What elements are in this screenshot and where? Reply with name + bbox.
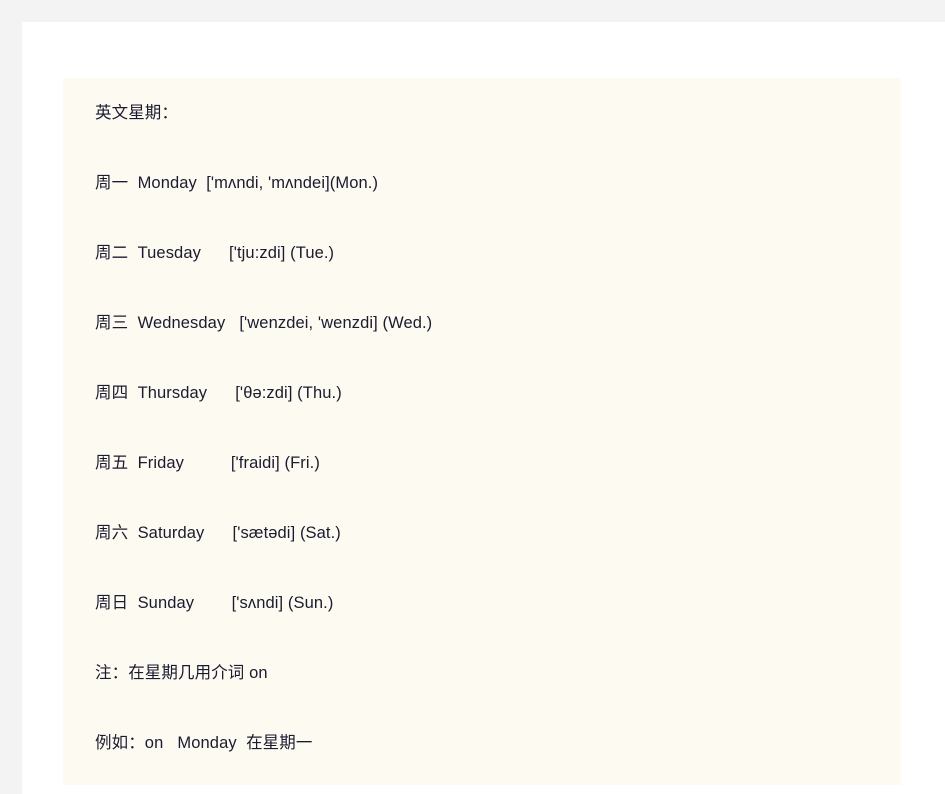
- content-block: 英文星期： 周一 Monday ['mʌndi, 'mʌndei](Mon.) …: [63, 78, 901, 785]
- note-line: 注：在星期几用介词 on: [95, 663, 268, 682]
- weekday-line-wednesday: 周三 Wednesday ['wenzdei, 'wenzdi] (Wed.): [95, 313, 433, 332]
- example-line: 例如：on Monday 在星期一: [95, 733, 313, 752]
- weekday-line-friday: 周五 Friday ['fraidi] (Fri.): [95, 453, 320, 472]
- document-text-body: 英文星期： 周一 Monday ['mʌndi, 'mʌndei](Mon.) …: [95, 78, 901, 778]
- weekday-line-monday: 周一 Monday ['mʌndi, 'mʌndei](Mon.): [95, 173, 379, 192]
- weekday-line-tuesday: 周二 Tuesday ['tju:zdi] (Tue.): [95, 243, 335, 262]
- document-page: 英文星期： 周一 Monday ['mʌndi, 'mʌndei](Mon.) …: [22, 22, 945, 794]
- weekday-line-thursday: 周四 Thursday ['θə:zdi] (Thu.): [95, 383, 342, 402]
- weekday-line-saturday: 周六 Saturday ['sætədi] (Sat.): [95, 523, 341, 542]
- weekday-line-sunday: 周日 Sunday ['sʌndi] (Sun.): [95, 593, 334, 612]
- heading-line: 英文星期：: [95, 103, 178, 122]
